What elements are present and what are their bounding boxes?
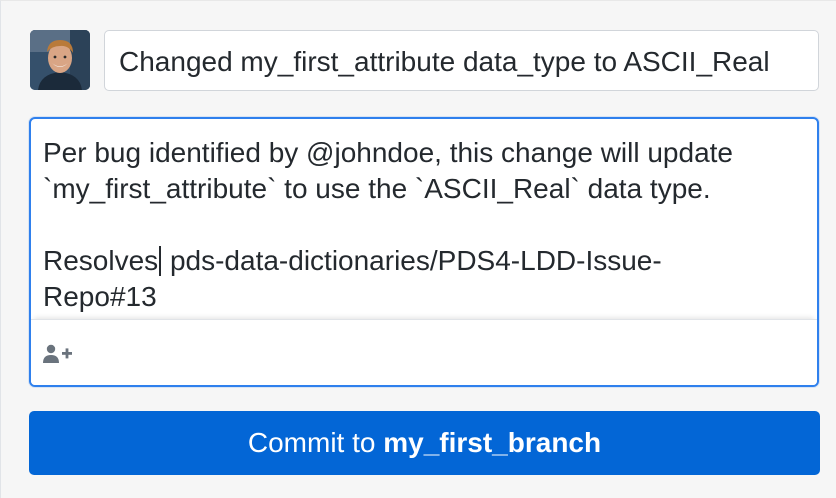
commit-branch-name: my_first_branch [383,427,602,458]
commit-panel: Changed my_first_attribute data_type to … [0,0,836,498]
commit-description-textarea[interactable]: Per bug identified by @johndoe, this cha… [29,117,819,387]
commit-button-prefix: Commit to [247,427,384,458]
text-caret [159,246,162,276]
co-author-toolbar [31,319,817,385]
commit-button[interactable]: Commit to my_first_branch [29,411,820,475]
commit-summary-input[interactable]: Changed my_first_attribute data_type to … [104,30,819,91]
commit-description-text[interactable]: Per bug identified by @johndoe, this cha… [43,135,813,315]
person-add-icon[interactable] [42,343,76,365]
user-avatar [30,30,90,90]
